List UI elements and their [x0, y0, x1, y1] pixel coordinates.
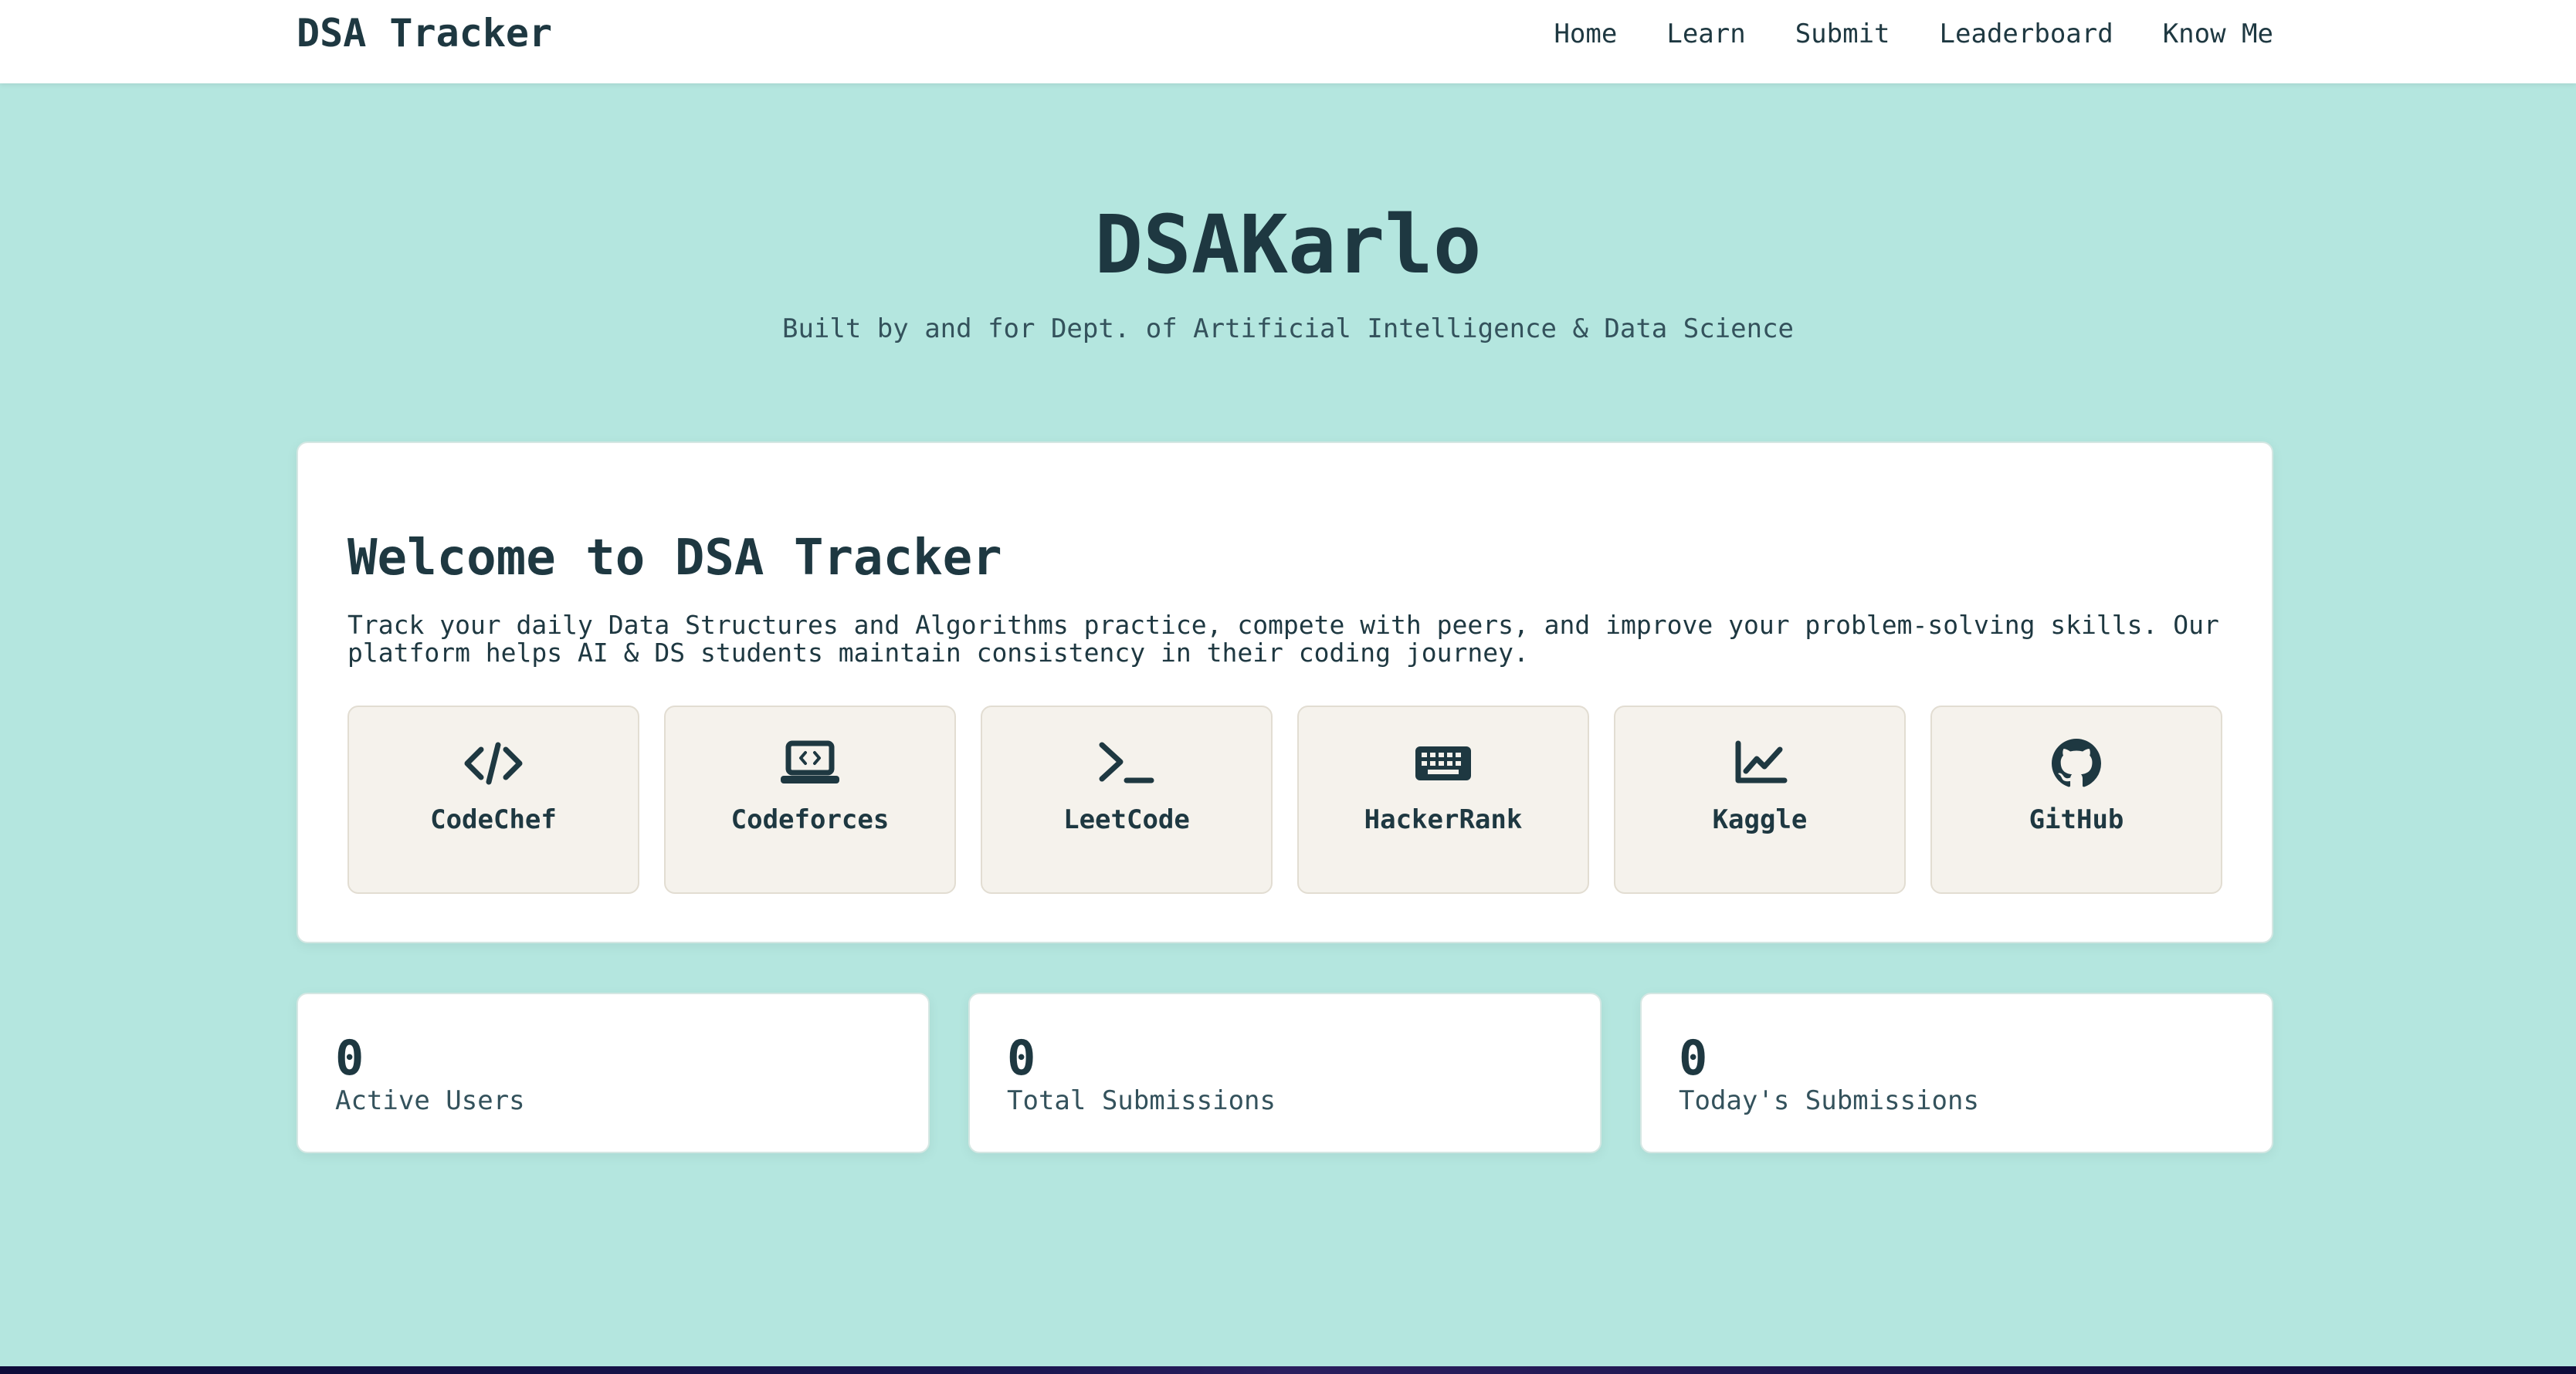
platform-tile-codeforces[interactable]: Codeforces	[664, 706, 956, 894]
nav-link-know-me[interactable]: Know Me	[2163, 19, 2273, 49]
stat-label: Total Submissions	[1007, 1085, 1276, 1116]
stat-card-todays-submissions: 0 Today's Submissions	[1640, 993, 2273, 1153]
platform-tile-github[interactable]: GitHub	[1930, 706, 2222, 894]
stat-card-total-submissions: 0 Total Submissions	[968, 993, 1602, 1153]
chart-line-icon	[1729, 736, 1791, 790]
github-icon	[2046, 736, 2107, 790]
nav-link-learn[interactable]: Learn	[1666, 19, 1745, 49]
stat-value: 0	[1679, 1030, 1708, 1086]
stats-row: 0 Active Users 0 Total Submissions 0 Tod…	[297, 993, 2273, 1153]
platform-tile-leetcode[interactable]: LeetCode	[981, 706, 1273, 894]
platform-name: LeetCode	[1063, 804, 1190, 835]
stat-value: 0	[335, 1030, 364, 1086]
platform-name: GitHub	[2029, 804, 2124, 835]
brand-logo[interactable]: DSA Tracker	[297, 11, 552, 56]
nav-links: Home Learn Submit Leaderboard Know Me	[1554, 19, 2273, 49]
bottom-strip	[0, 1366, 2576, 1374]
welcome-title: Welcome to DSA Tracker	[347, 530, 1002, 587]
code-icon	[463, 736, 524, 790]
platform-name: Codeforces	[730, 804, 890, 835]
platform-tile-kaggle[interactable]: Kaggle	[1614, 706, 1906, 894]
terminal-icon	[1096, 736, 1158, 790]
nav-link-submit[interactable]: Submit	[1795, 19, 1890, 49]
platform-name: HackerRank	[1364, 804, 1523, 835]
platform-name: Kaggle	[1712, 804, 1808, 835]
welcome-description: Track your daily Data Structures and Alg…	[347, 610, 2219, 668]
platform-grid: CodeChef Codeforces LeetCode HackerRank …	[347, 706, 2222, 894]
hero-title: DSAKarlo	[1094, 198, 1482, 292]
stat-value: 0	[1007, 1030, 1036, 1086]
stat-card-active-users: 0 Active Users	[297, 993, 930, 1153]
platform-tile-codechef[interactable]: CodeChef	[347, 706, 639, 894]
stat-label: Today's Submissions	[1679, 1085, 1979, 1116]
platform-tile-hackerrank[interactable]: HackerRank	[1297, 706, 1589, 894]
welcome-card: Welcome to DSA Tracker Track your daily …	[297, 442, 2273, 943]
laptop-code-icon	[779, 736, 841, 790]
top-navbar: DSA Tracker Home Learn Submit Leaderboar…	[0, 0, 2576, 83]
nav-link-leaderboard[interactable]: Leaderboard	[1940, 19, 2113, 49]
nav-link-home[interactable]: Home	[1554, 19, 1617, 49]
keyboard-icon	[1412, 736, 1474, 790]
hero-subtitle: Built by and for Dept. of Artificial Int…	[781, 313, 1795, 344]
platform-name: CodeChef	[430, 804, 557, 835]
stat-label: Active Users	[335, 1085, 525, 1116]
